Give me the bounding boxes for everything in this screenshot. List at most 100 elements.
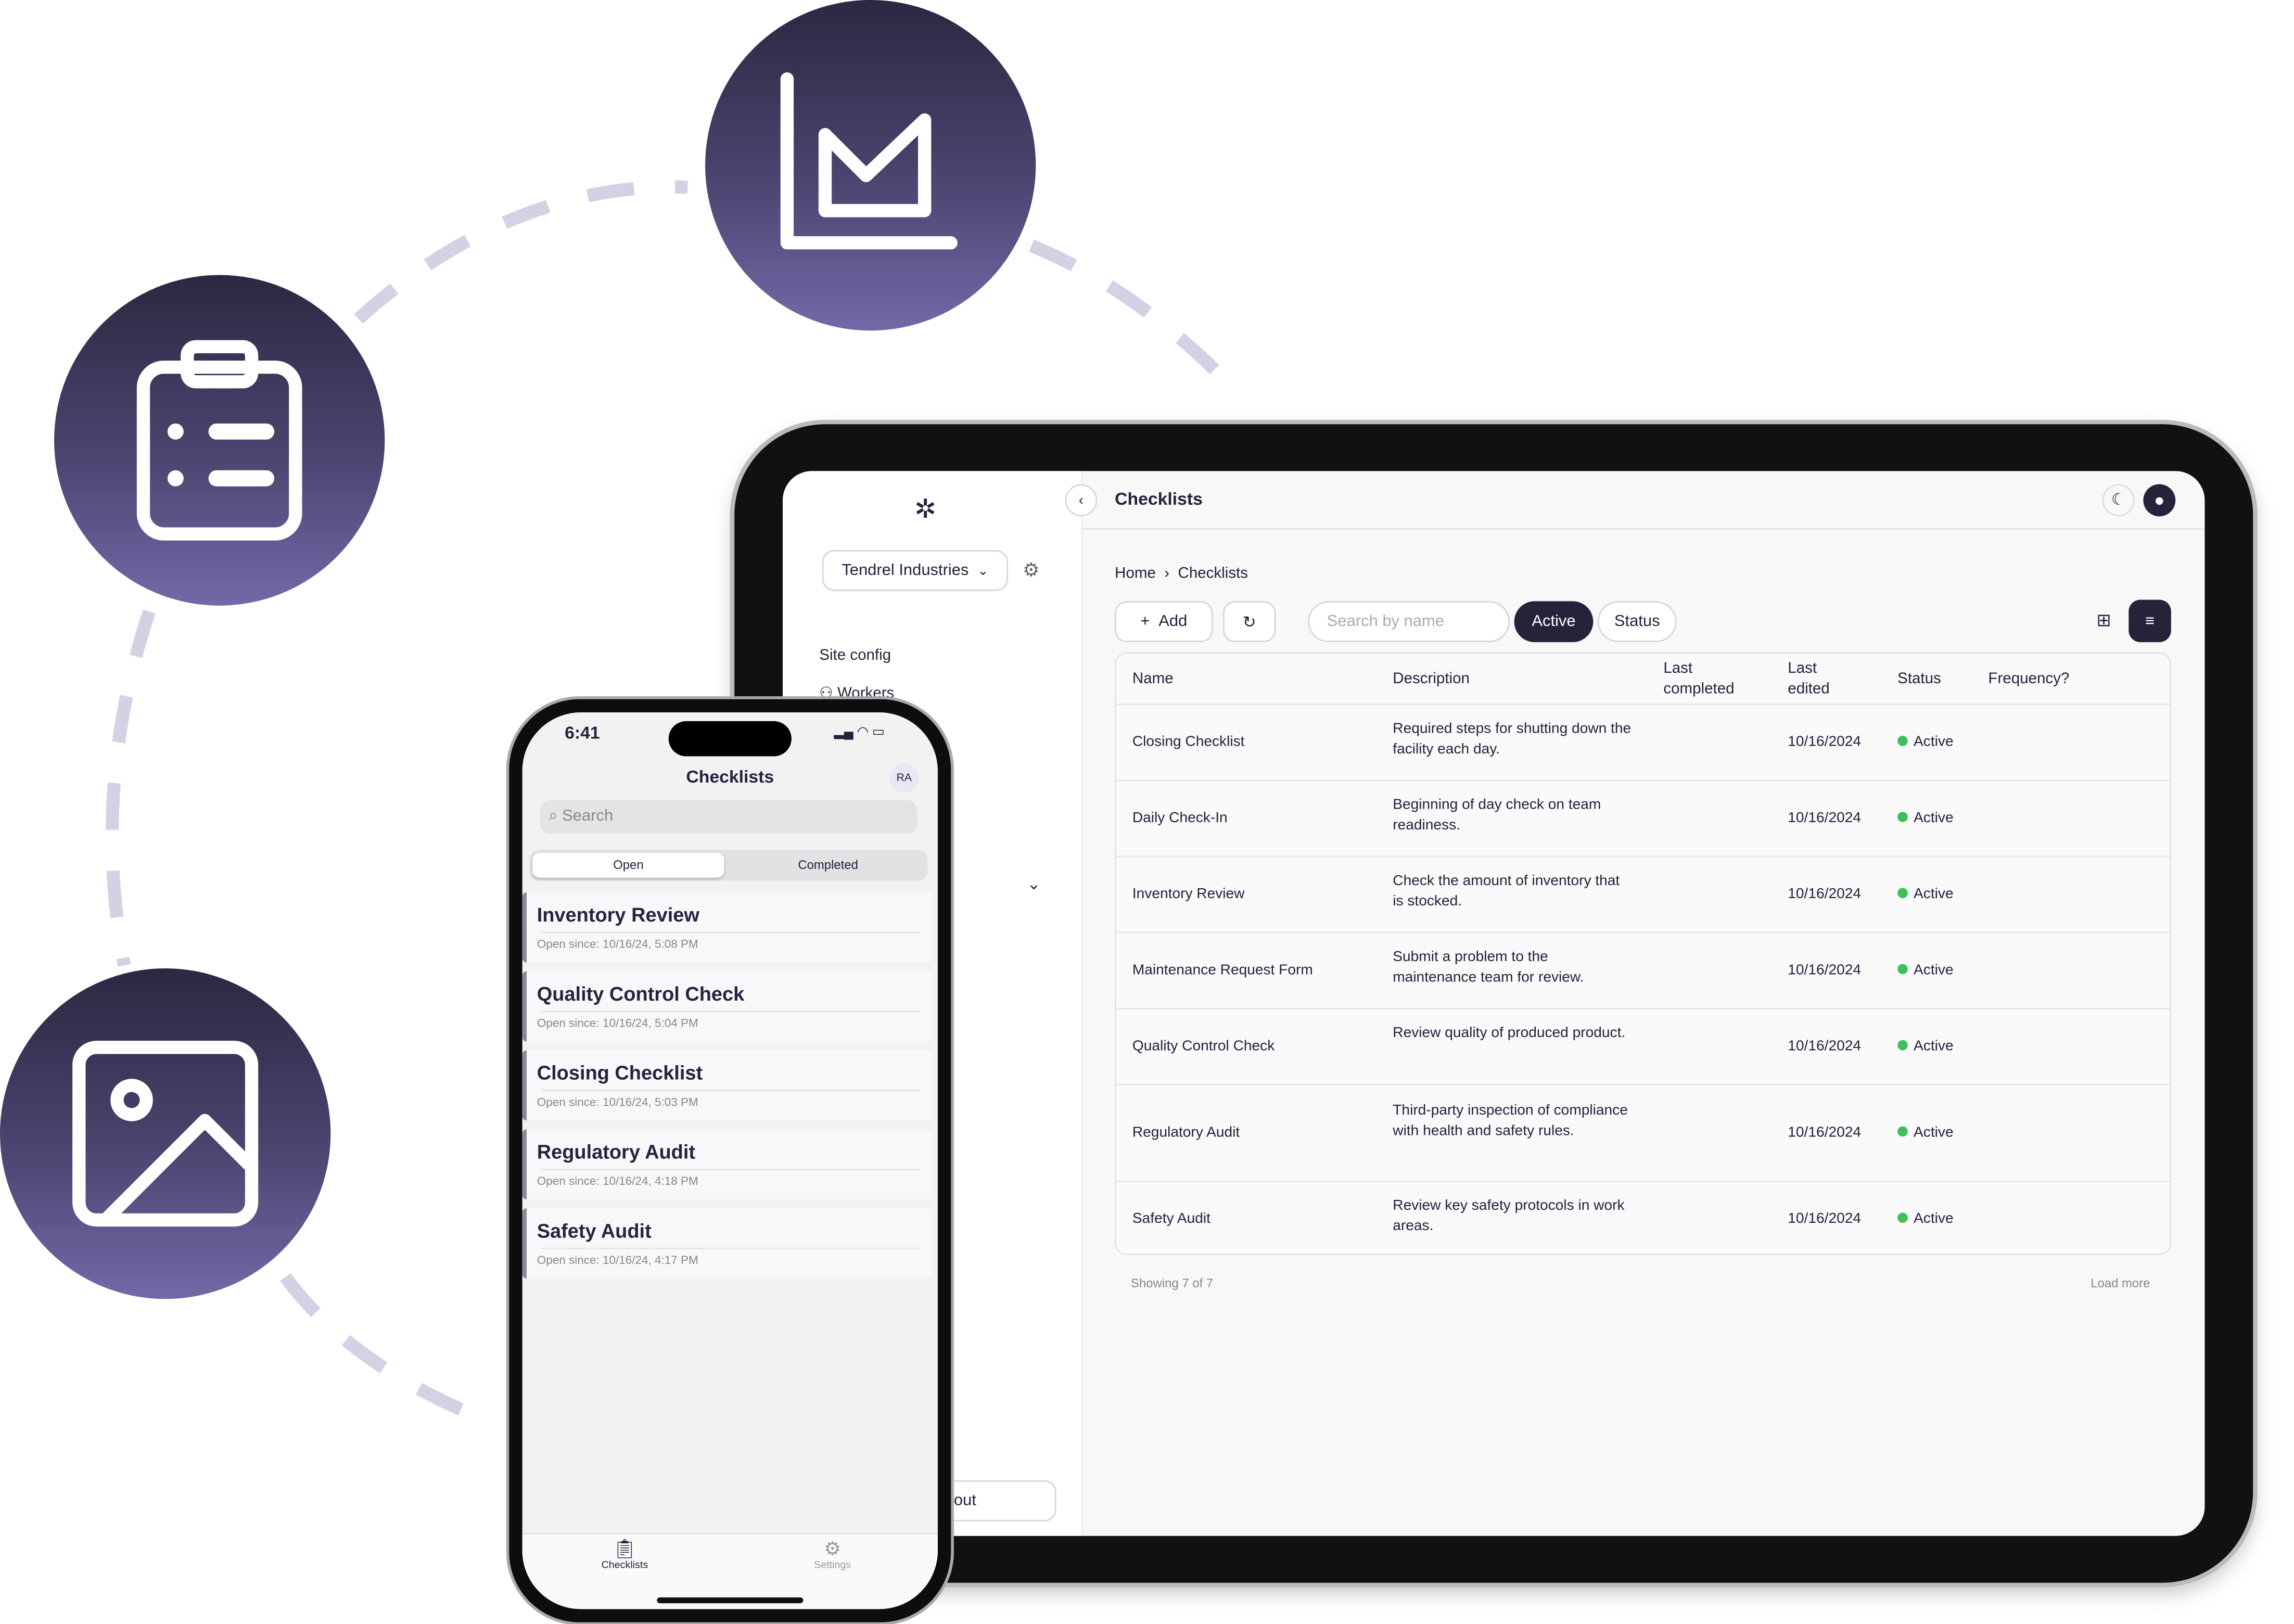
active-filter-button[interactable]: Active: [1514, 601, 1594, 643]
status-badge: Active: [1897, 1123, 1954, 1144]
cell-last-edited: 10/16/2024: [1788, 886, 1862, 903]
chevron-down-icon: ⌄: [977, 562, 989, 578]
card-divider: [541, 1011, 921, 1013]
checklist-card[interactable]: Safety Audit Open since: 10/16/24, 4:17 P…: [522, 1208, 932, 1278]
breadcrumb: Home › Checklists: [1115, 565, 1248, 582]
segment-open[interactable]: Open: [532, 852, 724, 878]
status-filter-button[interactable]: Status: [1597, 601, 1677, 643]
card-title: Quality Control Check: [537, 983, 745, 1005]
checklist-card[interactable]: Quality Control Check Open since: 10/16/2…: [522, 971, 932, 1042]
status-label: Status: [1614, 612, 1660, 631]
theme-toggle-icon[interactable]: ☾: [2102, 484, 2135, 517]
status-badge: Active: [1897, 961, 1954, 981]
cell-name: Daily Check-In: [1132, 810, 1228, 827]
add-button[interactable]: + Add: [1115, 601, 1213, 643]
grid-view-icon[interactable]: ⊞: [2096, 610, 2111, 630]
card-subtitle: Open since: 10/16/24, 5:03 PM: [537, 1095, 698, 1109]
tab-label: Checklists: [601, 1561, 648, 1571]
col-last-completed[interactable]: Last completed: [1663, 658, 1751, 699]
status-text: Active: [1914, 810, 1954, 827]
table-row[interactable]: Safety Audit Review key safety protocols…: [1116, 1180, 2170, 1257]
cell-description: Check the amount of inventory that is st…: [1393, 873, 1620, 910]
table-row[interactable]: Quality Control Check Review quality of …: [1116, 1007, 2170, 1084]
status-badge: Active: [1897, 1210, 1954, 1230]
status-icons: ▂▄ ◠ ▭: [834, 724, 885, 739]
cell-description: Beginning of day check on team readiness…: [1393, 797, 1601, 834]
table-row[interactable]: Daily Check-In Beginning of day check on…: [1116, 779, 2170, 855]
table-row[interactable]: Closing Checklist Required steps for shu…: [1116, 704, 2170, 779]
refresh-button[interactable]: ↻: [1223, 601, 1276, 643]
segment-completed[interactable]: Completed: [732, 853, 925, 878]
status-dot: [1897, 736, 1908, 746]
chevron-down-icon[interactable]: ⌄: [1027, 875, 1040, 894]
user-avatar-icon[interactable]: ●: [2143, 484, 2176, 517]
status-text: Active: [1914, 1211, 1954, 1227]
status-badge: Active: [1897, 885, 1954, 905]
phone-screen: 6:41 ▂▄ ◠ ▭ Checklists RA ⌕ Search Open …: [522, 712, 938, 1609]
col-status[interactable]: Status: [1897, 669, 1941, 689]
cell-description: Required steps for shutting down the fac…: [1393, 721, 1632, 758]
search-input[interactable]: Search by name: [1308, 601, 1510, 643]
tab-settings[interactable]: ⚙ Settings: [796, 1538, 869, 1571]
table-row[interactable]: Maintenance Request Form Submit a proble…: [1116, 931, 2170, 1008]
org-selector[interactable]: Tendrel Industries ⌄: [822, 550, 1008, 591]
breadcrumb-home[interactable]: Home: [1115, 565, 1156, 582]
refresh-icon: ↻: [1242, 613, 1256, 632]
gear-icon[interactable]: ⚙: [1023, 559, 1040, 582]
list-view-button[interactable]: ≡: [2129, 599, 2171, 643]
load-more-link[interactable]: Load more: [2091, 1275, 2150, 1290]
checklists-table: Name Description Last completed Last edi…: [1115, 652, 2171, 1257]
card-divider: [541, 1090, 921, 1092]
phone-search-input[interactable]: ⌕ Search: [540, 800, 917, 834]
tab-bar: 📋︎ Checklists ⚙ Settings: [522, 1533, 938, 1609]
card-title: Regulatory Audit: [537, 1141, 696, 1163]
cell-description: Review key safety protocols in work area…: [1393, 1198, 1625, 1235]
card-subtitle: Open since: 10/16/24, 5:04 PM: [537, 1016, 698, 1030]
table-row[interactable]: Regulatory Audit Third-party inspection …: [1116, 1084, 2170, 1181]
clipboard-list-icon: [54, 275, 385, 606]
col-frequency[interactable]: Frequency?: [1988, 669, 2069, 689]
status-dot: [1897, 1040, 1908, 1051]
card-subtitle: Open since: 10/16/24, 5:08 PM: [537, 937, 698, 951]
cell-last-edited: 10/16/2024: [1788, 1211, 1862, 1227]
image-icon: [0, 968, 331, 1299]
status-text: Active: [1914, 962, 1954, 979]
header-divider: [1082, 528, 2205, 530]
status-badge: Active: [1897, 1037, 1954, 1057]
gear-icon: ⚙: [824, 1537, 841, 1559]
col-description[interactable]: Description: [1393, 669, 1470, 689]
card-title: Closing Checklist: [537, 1062, 703, 1084]
dynamic-island: [668, 721, 792, 757]
logout-button[interactable]: out: [944, 1480, 1056, 1521]
collapse-sidebar-button[interactable]: ‹: [1065, 484, 1098, 517]
list-icon: ≡: [2145, 612, 2155, 630]
status-text: Active: [1914, 734, 1954, 751]
clipboard-check-icon: 📋︎: [613, 1537, 637, 1559]
col-last-edited[interactable]: Last edited: [1788, 658, 1846, 699]
phone-title: Checklists: [686, 766, 774, 787]
status-time: 6:41: [565, 722, 600, 744]
search-icon: ⌕: [549, 807, 558, 825]
chart-area-icon: [705, 0, 1036, 331]
col-name[interactable]: Name: [1132, 669, 1174, 689]
card-subtitle: Open since: 10/16/24, 4:17 PM: [537, 1254, 698, 1267]
tab-label: Settings: [813, 1561, 851, 1571]
tab-checklists[interactable]: 📋︎ Checklists: [588, 1538, 661, 1571]
cell-last-edited: 10/16/2024: [1788, 810, 1862, 827]
status-dot: [1897, 888, 1908, 899]
org-name: Tendrel Industries: [842, 561, 969, 580]
checklist-card[interactable]: Regulatory Audit Open since: 10/16/24, 4:…: [522, 1129, 932, 1200]
checklist-card[interactable]: Inventory Review Open since: 10/16/24, 5:…: [522, 892, 932, 963]
status-dot: [1897, 1212, 1908, 1223]
cell-last-edited: 10/16/2024: [1788, 734, 1862, 751]
stage: ✲ Tendrel Industries ⌄ ⚙ Site config ⚇ Wo…: [0, 0, 2294, 1623]
checklist-card[interactable]: Closing Checklist Open since: 10/16/24, 5…: [522, 1050, 932, 1121]
cell-name: Maintenance Request Form: [1132, 962, 1313, 979]
main-panel: ‹ Checklists ☾ ● Home › Checklists + Add …: [1065, 471, 2205, 1536]
card-title: Inventory Review: [537, 904, 699, 926]
cell-description: Submit a problem to the maintenance team…: [1393, 949, 1584, 986]
avatar[interactable]: RA: [889, 763, 919, 793]
segmented-control: Open Completed: [529, 850, 928, 881]
table-row[interactable]: Inventory Review Check the amount of inv…: [1116, 855, 2170, 932]
page-title: Checklists: [1115, 488, 1203, 509]
